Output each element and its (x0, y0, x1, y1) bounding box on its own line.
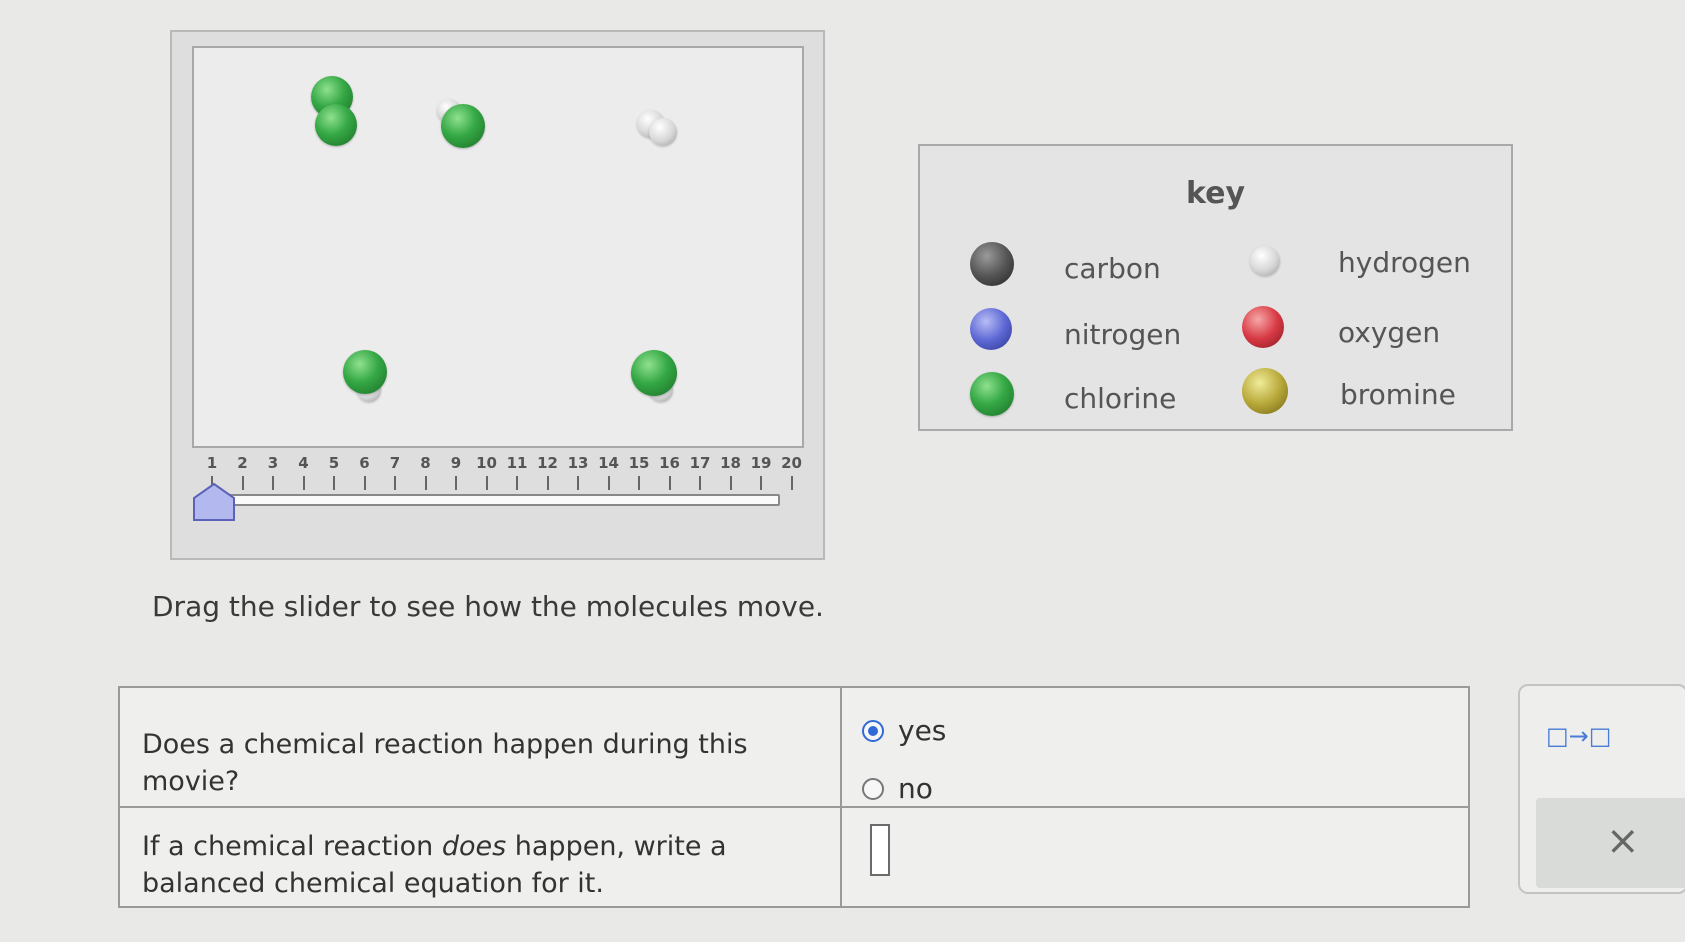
slider-tick-mark (546, 476, 549, 490)
chlorine-swatch-icon (970, 372, 1014, 416)
chlorine-atom (441, 104, 485, 148)
slider-tick-label: 3 (267, 454, 279, 472)
slider-tick-label: 16 (659, 454, 680, 472)
molecule-viewport (192, 46, 804, 448)
slider-tick-mark (607, 476, 610, 490)
slider-tick-mark (333, 476, 335, 490)
slider-tick-label: 20 (781, 454, 802, 472)
key-label: bromine (1340, 378, 1456, 411)
slider-tick-label: 14 (598, 454, 619, 472)
reaction-arrow-button[interactable]: □→□ (1546, 722, 1611, 750)
slider-tick-label: 9 (450, 454, 462, 472)
table-column-divider (840, 688, 842, 906)
slider-tick-mark (272, 476, 274, 490)
slider-tick-mark (668, 476, 671, 490)
radio-option-yes[interactable]: yes (862, 714, 946, 747)
slider-tick-mark (394, 476, 396, 490)
equation-tool-panel: □→□ × (1518, 684, 1685, 894)
instruction-caption: Drag the slider to see how the molecules… (152, 590, 824, 623)
slider-tick-label: 8 (420, 454, 431, 472)
slider-tick-label: 4 (298, 454, 309, 472)
key-label: nitrogen (1064, 318, 1182, 351)
slider-tick-label: 6 (359, 454, 370, 472)
atom-key: key carbon hydrogen nitrogen oxygen chlo… (918, 144, 1513, 431)
slider-tick-label: 12 (537, 454, 558, 472)
radio-option-no[interactable]: no (862, 772, 933, 805)
radio-label-yes: yes (898, 714, 947, 747)
slider-tick-label: 7 (389, 454, 401, 472)
slider-tick-label: 2 (237, 454, 248, 472)
key-title: key (1185, 176, 1246, 211)
table-row-divider (120, 806, 1468, 808)
molecule-simulation-panel: 1 2 3 4 5 6 7 8 9 10 11 12 13 14 15 16 17 18 19 20 (170, 30, 825, 560)
question-text-emphasis: does (441, 831, 507, 862)
slider-tick-label: 19 (750, 454, 772, 472)
slider-tick-mark (363, 476, 366, 490)
chlorine-atom (631, 350, 677, 396)
slider-tick-mark (302, 476, 305, 490)
frame-slider[interactable]: 1 2 3 4 5 6 7 8 9 10 11 12 13 14 15 16 17 18 19 20 (190, 454, 802, 534)
slider-tick-label: 10 (476, 454, 497, 472)
slider-tick-label: 17 (689, 454, 711, 472)
radio-unselected-icon[interactable] (862, 777, 884, 800)
radio-selected-icon[interactable] (862, 719, 884, 742)
slider-tick-mark (699, 476, 701, 490)
slider-tick-mark (424, 476, 427, 490)
hydrogen-swatch-icon (1250, 246, 1280, 276)
equation-input[interactable] (870, 824, 890, 876)
key-label: chlorine (1064, 382, 1177, 415)
key-label: carbon (1064, 252, 1161, 285)
key-label: hydrogen (1338, 246, 1471, 279)
key-label: oxygen (1338, 316, 1441, 349)
slider-tick-label: 15 (628, 454, 650, 472)
hydrogen-atom (649, 118, 677, 146)
clear-button[interactable]: × (1536, 798, 1685, 888)
slider-track[interactable] (208, 494, 780, 506)
slider-tick-label: 18 (720, 454, 741, 472)
question-text-part: If a chemical reaction (142, 831, 442, 862)
slider-thumb[interactable] (192, 482, 236, 522)
slider-tick-mark (790, 476, 793, 490)
slider-tick-mark (729, 476, 732, 490)
slider-tick-mark (241, 476, 244, 490)
question-balanced-equation: If a chemical reaction does happen, writ… (142, 828, 802, 902)
close-icon: × (1606, 818, 1640, 864)
radio-label-no: no (898, 772, 933, 805)
question-reaction-happen: Does a chemical reaction happen during t… (142, 729, 748, 797)
nitrogen-swatch-icon (970, 308, 1012, 350)
oxygen-swatch-icon (1242, 306, 1284, 348)
chlorine-atom (315, 104, 357, 146)
slider-tick-mark (485, 476, 488, 490)
carbon-swatch-icon (970, 242, 1014, 286)
slider-tick-label: 5 (328, 454, 340, 472)
bromine-swatch-icon (1242, 368, 1288, 414)
slider-tick-mark (577, 476, 579, 490)
slider-tick-mark (455, 476, 457, 490)
chlorine-atom (343, 350, 387, 394)
slider-tick-label: 11 (506, 454, 528, 472)
slider-tick-label: 1 (206, 454, 218, 472)
slider-tick-mark (638, 476, 640, 490)
slider-tick-label: 13 (567, 454, 589, 472)
slider-tick-mark (516, 476, 518, 490)
question-table: Does a chemical reaction happen during t… (118, 686, 1470, 908)
slider-tick-mark (760, 476, 762, 490)
